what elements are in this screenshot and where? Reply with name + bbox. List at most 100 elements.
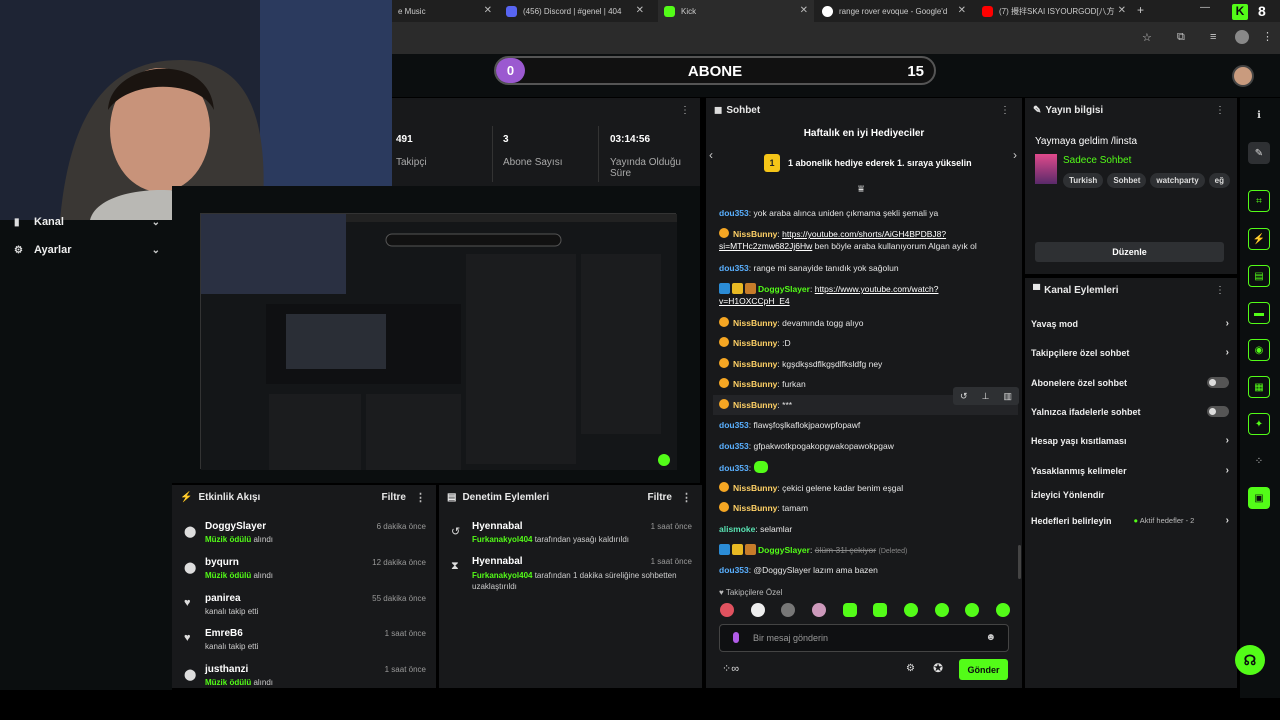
chat-scrollbar[interactable] <box>1018 545 1021 579</box>
chat-bubble-icon[interactable]: ▬ <box>1248 302 1270 324</box>
chat-username[interactable]: dou353 <box>719 208 749 218</box>
broadcast-icon[interactable]: ◉ <box>1248 339 1270 361</box>
more-icon[interactable]: ⋮ <box>1215 105 1225 116</box>
clapperboard-icon[interactable]: ▣ <box>1248 487 1270 509</box>
close-icon[interactable]: ✕ <box>636 5 644 16</box>
star-icon[interactable]: ☆ <box>1142 31 1152 44</box>
emote-icon[interactable] <box>781 603 796 617</box>
action-goals[interactable]: Hedefleri belirleyin ● Aktif hedefler - 2… <box>1031 515 1229 526</box>
event-user[interactable]: byqurn <box>205 557 239 568</box>
action-slow-mode[interactable]: Yavaş mod › <box>1031 318 1229 329</box>
more-icon[interactable]: ⋮ <box>681 491 692 504</box>
filter-button[interactable]: Filtre <box>382 492 406 503</box>
emote-icon[interactable] <box>995 603 1010 617</box>
extensions-icon[interactable]: ⧉ <box>1177 31 1185 44</box>
chat-input[interactable]: Bir mesaj gönderin ☻ <box>719 624 1009 652</box>
chat-username[interactable]: DoggySlayer <box>758 284 810 294</box>
emote-icon[interactable] <box>842 603 857 617</box>
browser-tab-discord[interactable]: (456) Discord | #genel | 404 ✕ <box>500 0 650 22</box>
emote-icon[interactable] <box>750 603 765 617</box>
wrench-icon[interactable]: ✦ <box>1248 413 1270 435</box>
nav-item-ayarlar[interactable]: ⚙ Ayarlar ⌄ <box>14 244 160 256</box>
event-user[interactable]: DoggySlayer <box>205 521 266 532</box>
menu-icon[interactable]: ⋮ <box>1262 30 1273 43</box>
undo-icon[interactable]: ↺ <box>960 391 968 402</box>
chat-username[interactable]: dou353 <box>719 263 749 273</box>
document-icon[interactable]: ▤ <box>1248 265 1270 287</box>
chat-username[interactable]: DoggySlayer <box>758 545 810 555</box>
chat-username[interactable]: alismoke <box>719 524 755 534</box>
gear-icon[interactable]: ⚙ <box>906 663 915 674</box>
minimize-icon[interactable]: — <box>1200 2 1210 13</box>
event-user[interactable]: justhanzi <box>205 664 248 675</box>
pencil-icon[interactable]: ✎ <box>1248 142 1270 164</box>
chevron-left-icon[interactable]: ‹ <box>709 148 713 162</box>
browser-profile-icon[interactable] <box>1235 30 1249 44</box>
emote-icon[interactable] <box>903 603 918 617</box>
lightning-icon[interactable]: ⚡ <box>1248 228 1270 250</box>
stream-category[interactable]: Sadece Sohbet <box>1063 155 1131 166</box>
chat-username[interactable]: NissBunny <box>733 379 777 389</box>
emote-icon[interactable] <box>720 603 734 617</box>
action-subscribers-only[interactable]: Abonelere özel sohbet <box>1031 377 1229 388</box>
event-user[interactable]: EmreB6 <box>205 628 243 639</box>
action-followers-only[interactable]: Takipçilere özel sohbet › <box>1031 347 1229 358</box>
more-icon[interactable]: ⋮ <box>680 105 690 116</box>
delete-icon[interactable]: ▥ <box>1003 391 1012 402</box>
emote-icon[interactable] <box>873 603 888 617</box>
close-icon[interactable]: ✕ <box>484 5 492 16</box>
action-emote-only[interactable]: Yalnızca ifadelerle sohbet <box>1031 406 1229 417</box>
event-user[interactable]: Hyennabal <box>472 556 523 567</box>
microphone-icon[interactable] <box>733 632 739 643</box>
toggle-switch[interactable] <box>1207 377 1229 388</box>
action-banned-words[interactable]: Yasaklanmış kelimeler › <box>1031 465 1229 476</box>
toggle-switch[interactable] <box>1207 406 1229 417</box>
browser-tab-youtube[interactable]: (7) 攪拌SKAI ISYOURGOD[八方 ✕ <box>976 0 1132 22</box>
action-raid[interactable]: İzleyici Yönlendir <box>1031 490 1229 500</box>
browser-tab-music[interactable]: e Music ✕ <box>392 0 498 22</box>
chat-username[interactable]: NissBunny <box>733 229 777 239</box>
chat-username[interactable]: NissBunny <box>733 503 777 513</box>
pin-icon[interactable]: ⊥ <box>982 391 990 402</box>
chat-username[interactable]: dou353 <box>719 441 749 451</box>
more-icon[interactable]: ⋮ <box>415 491 426 504</box>
event-user[interactable]: Hyennabal <box>472 521 523 532</box>
chat-username[interactable]: NissBunny <box>733 400 777 410</box>
avatar[interactable] <box>1232 65 1254 87</box>
close-icon[interactable]: ✕ <box>958 5 966 16</box>
collapse-icon[interactable]: ⩸ <box>858 184 864 195</box>
close-icon[interactable]: ✕ <box>1118 5 1126 16</box>
tag[interactable]: watchparty <box>1150 173 1205 188</box>
new-tab-icon[interactable]: + <box>1137 3 1144 17</box>
layout-icon[interactable]: ▦ <box>1248 376 1270 398</box>
tag[interactable]: eğ <box>1208 173 1230 188</box>
tag[interactable]: Turkish <box>1063 173 1104 188</box>
edit-button[interactable]: Düzenle <box>1035 242 1224 262</box>
nav-item-kanal[interactable]: ▮ Kanal ⌄ <box>14 216 160 228</box>
chevron-right-icon[interactable]: › <box>1013 148 1017 162</box>
chat-username[interactable]: NissBunny <box>733 318 777 328</box>
more-icon[interactable]: ⋮ <box>1000 105 1010 116</box>
emote-icon[interactable] <box>934 603 949 617</box>
emote-icon[interactable] <box>811 603 826 617</box>
chat-username[interactable]: dou353 <box>719 463 749 473</box>
media-icon[interactable]: ≡ <box>1210 31 1216 43</box>
chat-username[interactable]: dou353 <box>719 565 749 575</box>
emoji-icon[interactable]: ☻ <box>985 632 996 643</box>
action-account-age[interactable]: Hesap yaşı kısıtlaması › <box>1031 435 1229 446</box>
emote-icon[interactable] <box>965 603 980 617</box>
send-button[interactable]: Gönder <box>959 659 1008 680</box>
infinity-icon[interactable]: ⁘∞ <box>722 662 739 675</box>
stream-preview-video[interactable] <box>200 213 677 470</box>
browser-tab-google[interactable]: range rover evoque - Google'd ✕ <box>816 0 972 22</box>
support-button[interactable]: ☊ <box>1235 645 1265 675</box>
chat-username[interactable]: NissBunny <box>733 338 777 348</box>
chat-username[interactable]: dou353 <box>719 420 749 430</box>
chat-username[interactable]: NissBunny <box>733 483 777 493</box>
event-user[interactable]: panirea <box>205 593 241 604</box>
chat-username[interactable]: NissBunny <box>733 359 777 369</box>
more-icon[interactable]: ⋮ <box>1215 285 1225 296</box>
close-icon[interactable]: ✕ <box>800 5 808 16</box>
tag[interactable]: Sohbet <box>1107 173 1147 188</box>
users-icon[interactable]: ⁘ <box>1248 450 1270 472</box>
